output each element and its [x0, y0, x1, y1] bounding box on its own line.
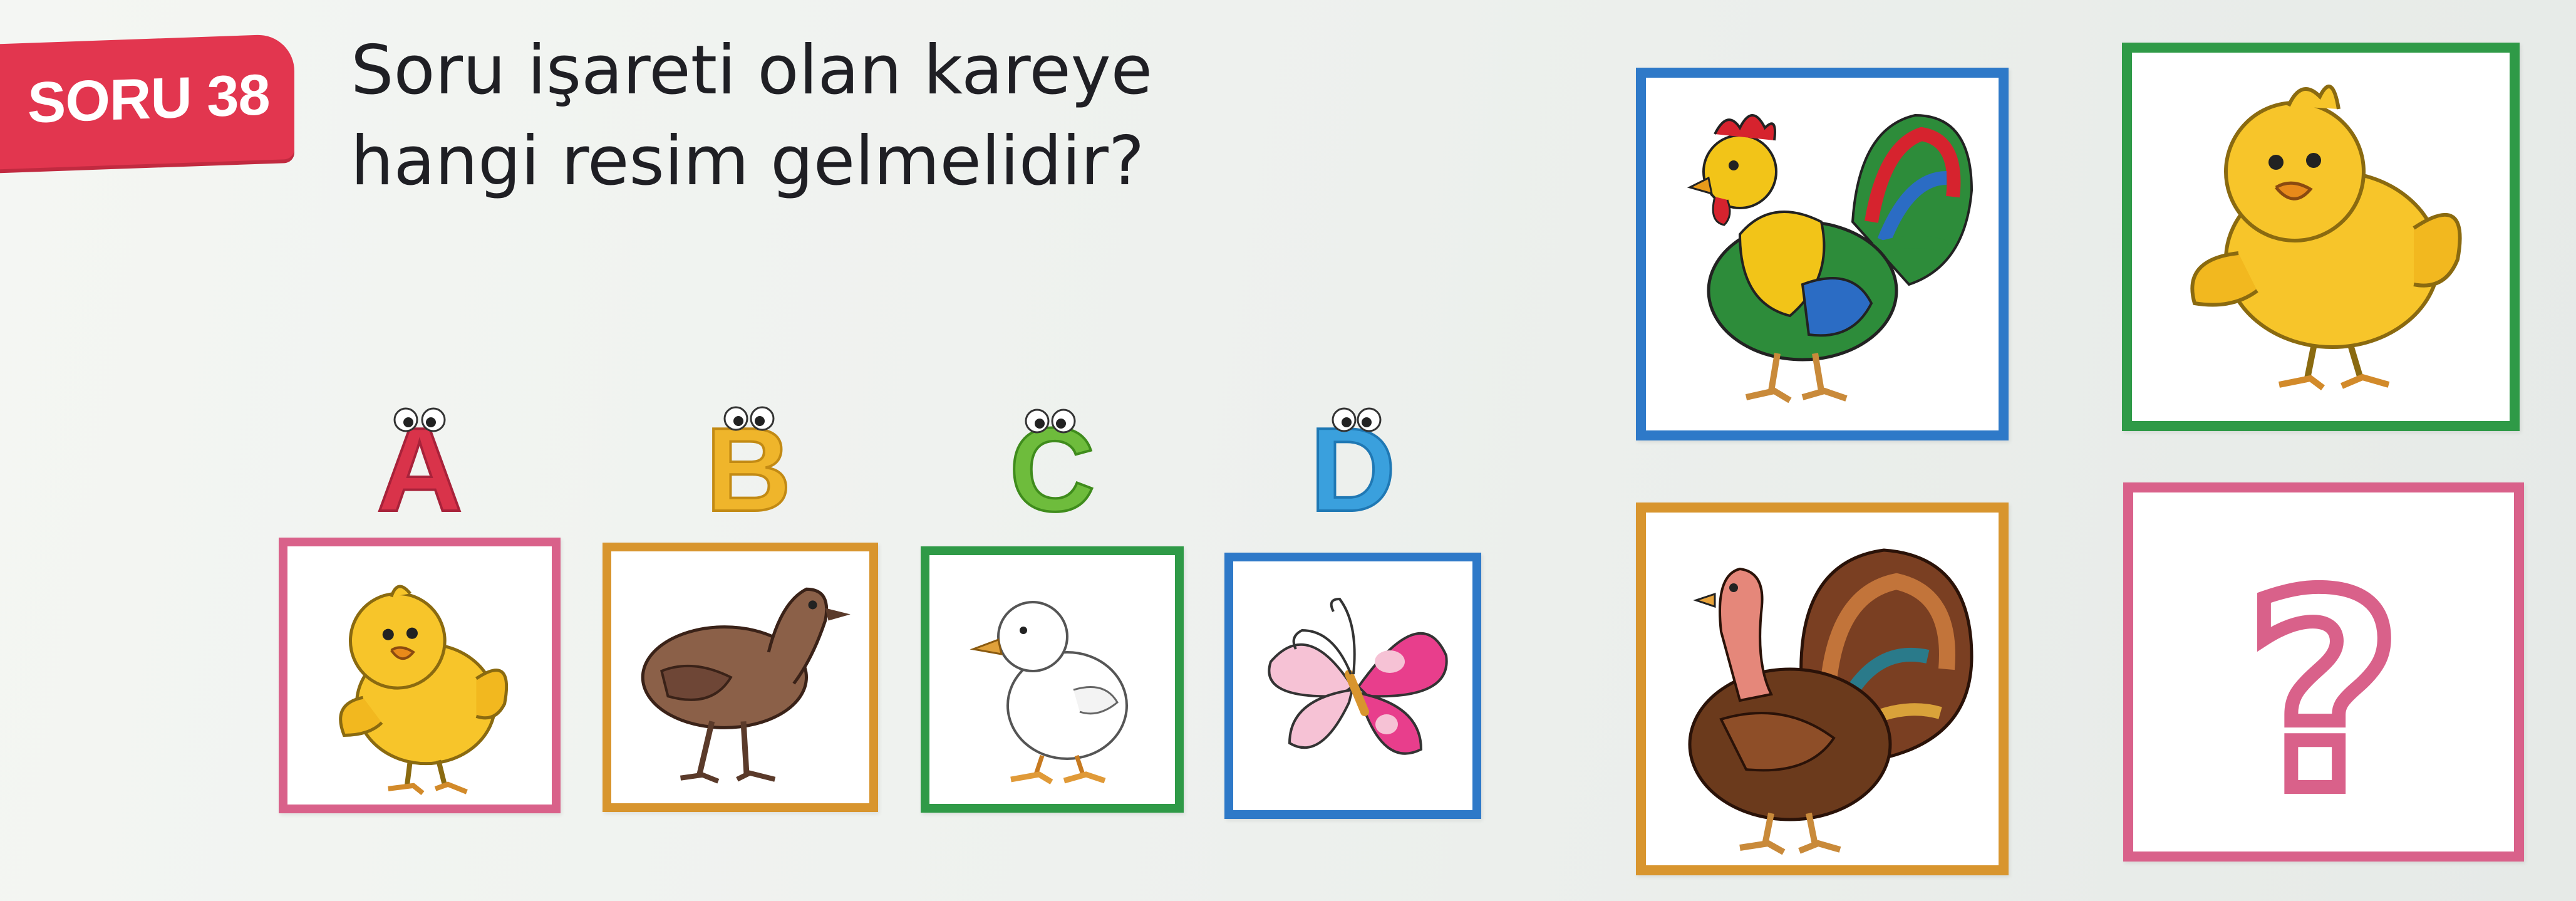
- option-letter-c: C: [990, 395, 1115, 538]
- grid-rooster-box: [1636, 68, 2009, 440]
- option-letter-a: A: [357, 395, 482, 538]
- question-text: Soru işareti olan kareye hangi resim gel…: [351, 25, 1153, 207]
- grid-chick-box: [2122, 43, 2520, 431]
- quail-chick-icon: [641, 587, 851, 784]
- grid-question-box: ?: [2123, 482, 2524, 862]
- butterfly-icon: [1268, 597, 1448, 755]
- option-letter-b-text: B: [705, 404, 791, 520]
- option-a-box[interactable]: [279, 538, 561, 813]
- turkey-icon: [1688, 548, 1973, 855]
- option-b-box[interactable]: [603, 543, 878, 812]
- rooster-icon: [1687, 113, 1973, 404]
- worksheet-page: SORU 38 Soru işareti olan kareye hangi r…: [0, 0, 2576, 901]
- question-mark: ?: [2245, 538, 2401, 851]
- question-line-1: Soru işareti olan kareye: [351, 31, 1153, 110]
- option-letter-d: D: [1290, 395, 1415, 538]
- grid-turkey-box: [1636, 503, 2009, 875]
- option-c-box[interactable]: [921, 546, 1184, 813]
- option-letter-a-text: A: [376, 404, 462, 520]
- question-number-badge: SORU 38: [0, 33, 294, 170]
- duckling-icon: [970, 601, 1128, 784]
- chick-icon: [339, 585, 509, 796]
- chick-icon: [2190, 85, 2462, 390]
- question-number-label: SORU 38: [28, 63, 270, 135]
- question-line-2: hangi resim gelmelidir?: [351, 122, 1145, 201]
- option-d-box[interactable]: [1224, 553, 1481, 819]
- option-letter-b: B: [686, 395, 811, 538]
